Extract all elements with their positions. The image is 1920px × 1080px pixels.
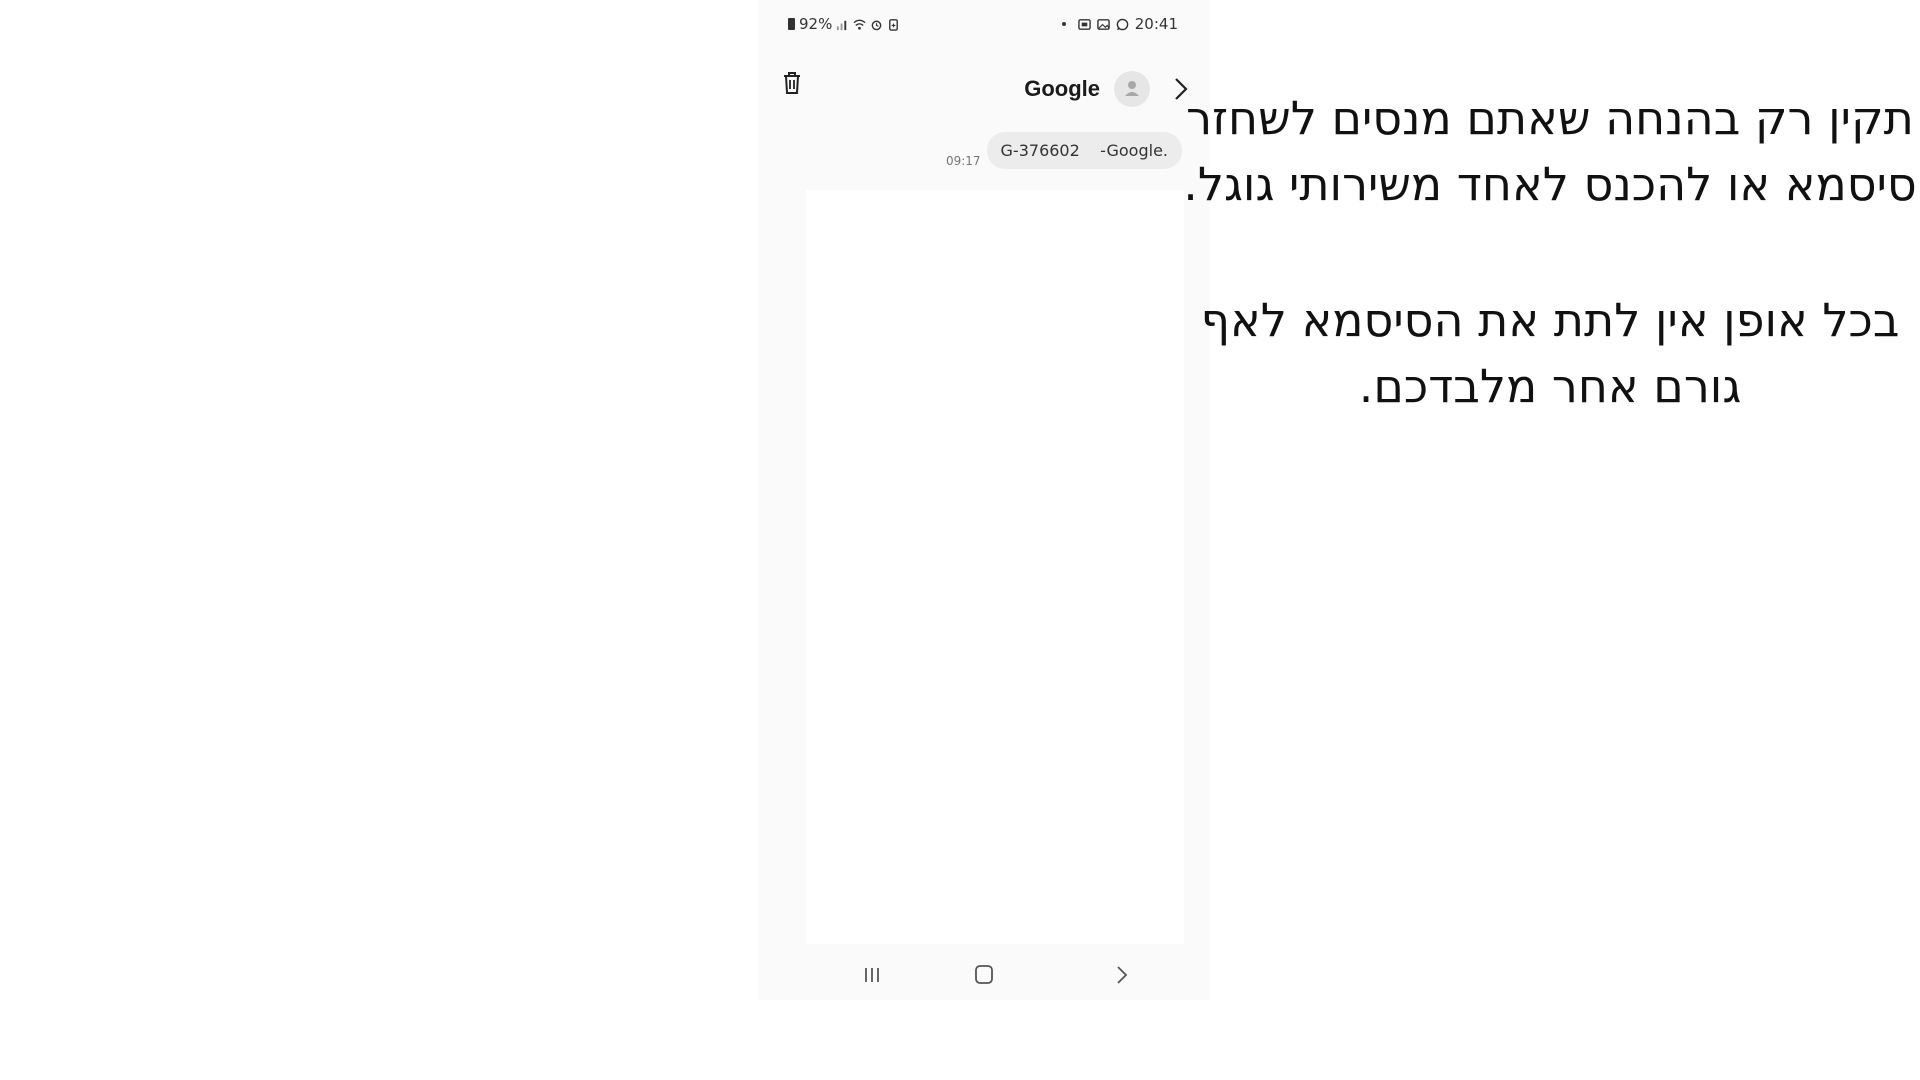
battery-icon <box>788 18 795 30</box>
contact-name: Google <box>1024 76 1100 101</box>
caption-paragraph-1: תקין רק בהנחה שאתם מנסים לשחזר סיסמא או … <box>1183 91 1917 211</box>
recent-apps-icon[interactable] <box>858 962 886 988</box>
status-right: 20:41 <box>1061 15 1178 33</box>
back-icon[interactable] <box>1108 962 1136 988</box>
battery-level: 92% <box>799 15 833 33</box>
wifi-icon <box>853 19 866 30</box>
notification-dot-icon <box>1061 22 1066 26</box>
status-time: 20:41 <box>1134 15 1178 33</box>
message-row: 09:17 G-376602 -Google. <box>946 132 1182 169</box>
trash-icon[interactable] <box>780 70 804 96</box>
navigation-bar <box>758 950 1210 1000</box>
home-icon[interactable] <box>970 962 998 988</box>
caption-paragraph-2: בכל אופן אין לתת את הסיסמא לאף גורם אחר … <box>1200 293 1900 413</box>
alarm-icon <box>871 20 882 30</box>
message-area <box>806 190 1184 944</box>
whatsapp-icon <box>1116 18 1129 30</box>
avatar[interactable] <box>1114 71 1150 107</box>
message-time: 09:17 <box>945 154 981 168</box>
battery-saver-icon <box>889 18 899 31</box>
screenshot-icon <box>1077 18 1091 30</box>
status-left: 92% <box>788 15 900 33</box>
gallery-icon <box>1096 18 1110 30</box>
person-icon <box>1125 81 1139 96</box>
status-bar: 92% 20:41 <box>758 0 1210 48</box>
phone-screenshot: 92% 20:41 Google 09:17 G-376602 -Google. <box>758 0 1210 1000</box>
canvas: 92% 20:41 Google 09:17 G-376602 -Google.… <box>0 0 1920 1080</box>
conversation-header: Google <box>758 60 1210 116</box>
message-bubble[interactable]: G-376602 -Google. <box>986 132 1182 169</box>
signal-icon <box>837 20 847 30</box>
